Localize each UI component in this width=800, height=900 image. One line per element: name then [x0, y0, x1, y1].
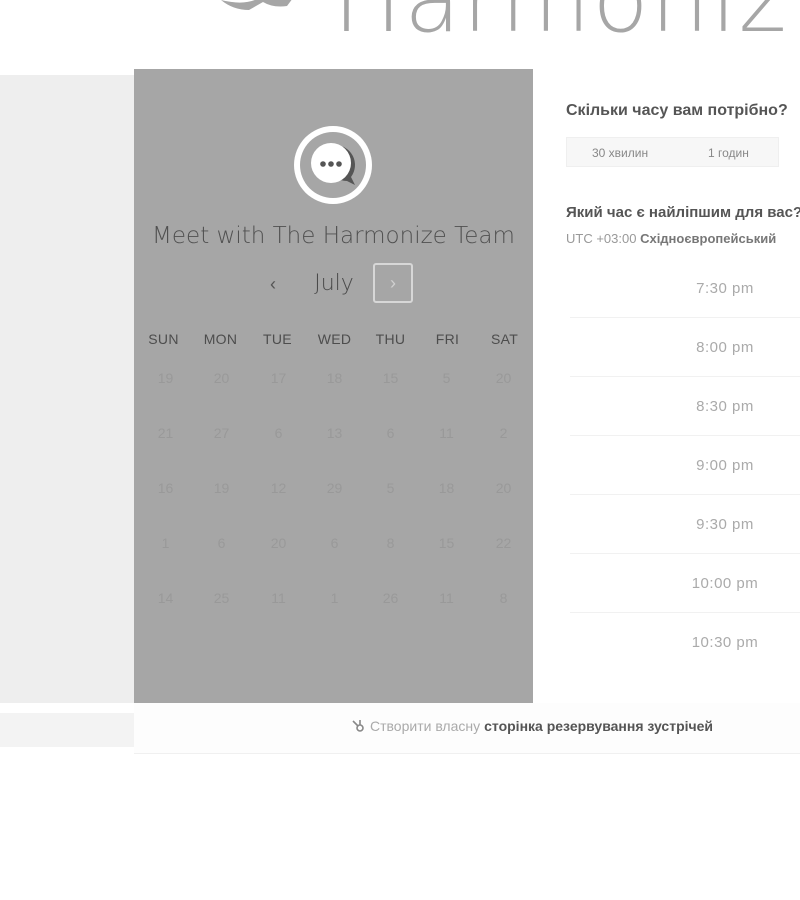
calendar-day[interactable]: 20: [250, 535, 307, 551]
brand-name: Harmoniz: [333, 0, 789, 46]
booking-panel: Скільки часу вам потрібно? 30 хвилин 1 г…: [533, 69, 800, 703]
calendar-day[interactable]: 13: [306, 425, 363, 441]
month-navigation: ‹ July ›: [134, 263, 533, 305]
calendar-day[interactable]: 18: [418, 480, 475, 496]
calendar-day[interactable]: 8: [475, 590, 532, 606]
footer-prefix: Створити власну: [370, 718, 481, 734]
calendar-day[interactable]: 6: [250, 425, 307, 441]
weekday-mon: MON: [203, 331, 238, 347]
create-booking-page-link[interactable]: Створити власну сторінка резервування зу…: [350, 718, 713, 734]
calendar-day[interactable]: 6: [362, 425, 419, 441]
month-label: July: [314, 271, 354, 296]
avatar: [294, 126, 372, 204]
time-slot[interactable]: 8:00 pm: [570, 318, 800, 377]
calendar-day[interactable]: 27: [193, 425, 250, 441]
calendar-day[interactable]: 11: [418, 590, 475, 606]
duration-option-30min[interactable]: 30 хвилин: [592, 146, 648, 160]
calendar-day[interactable]: 5: [418, 370, 475, 386]
calendar-day[interactable]: 5: [362, 480, 419, 496]
calendar-day[interactable]: 25: [193, 590, 250, 606]
calendar-day[interactable]: 20: [193, 370, 250, 386]
calendar-panel: Meet with The Harmonize Team ‹ July › SU…: [134, 69, 533, 703]
next-month-button[interactable]: ›: [373, 263, 413, 303]
calendar-day[interactable]: 6: [306, 535, 363, 551]
calendar-day[interactable]: 17: [250, 370, 307, 386]
calendar-day[interactable]: 26: [362, 590, 419, 606]
meeting-title: Meet with The Harmonize Team: [152, 223, 515, 249]
time-slot[interactable]: 10:00 pm: [570, 554, 800, 613]
calendar-day[interactable]: 11: [418, 425, 475, 441]
calendar-day[interactable]: 11: [250, 590, 307, 606]
time-slot[interactable]: 9:30 pm: [570, 495, 800, 554]
chat-bubble-icon: [311, 143, 355, 185]
weekday-sat: SAT: [490, 331, 519, 347]
chevron-right-icon: ›: [390, 272, 396, 293]
calendar-day[interactable]: 6: [193, 535, 250, 551]
calendar-day[interactable]: 1: [137, 535, 194, 551]
time-slot[interactable]: 7:30 pm: [570, 259, 800, 318]
previous-month-button[interactable]: ‹: [258, 269, 288, 299]
calendar-day[interactable]: 18: [306, 370, 363, 386]
time-slot-list: 7:30 pm 8:00 pm 8:30 pm 9:00 pm 9:30 pm …: [570, 259, 800, 672]
calendar-day[interactable]: 14: [137, 590, 194, 606]
weekday-sun: SUN: [148, 331, 179, 347]
hubspot-sprocket-icon: [352, 720, 364, 732]
harmonize-logo-icon: [221, 0, 292, 10]
calendar-day[interactable]: 20: [475, 480, 532, 496]
chevron-left-icon: ‹: [270, 273, 276, 294]
calendar-day[interactable]: 19: [193, 480, 250, 496]
calendar-day[interactable]: 15: [362, 370, 419, 386]
calendar-day[interactable]: 20: [475, 370, 532, 386]
timezone-offset: UTC +03:00: [566, 231, 637, 246]
calendar-day[interactable]: 15: [418, 535, 475, 551]
calendar-day[interactable]: 19: [137, 370, 194, 386]
time-slot[interactable]: 10:30 pm: [570, 613, 800, 672]
timezone-selector[interactable]: UTC +03:00 Східноєвропейський: [566, 231, 776, 246]
left-panel: [0, 75, 134, 703]
calendar-day[interactable]: 16: [137, 480, 194, 496]
calendar-day[interactable]: 29: [306, 480, 363, 496]
footer-link-text[interactable]: сторінка резервування зустрічей: [484, 718, 713, 734]
left-panel-footer: [0, 713, 134, 747]
calendar-day[interactable]: 21: [137, 425, 194, 441]
timezone-name: Східноєвропейський: [640, 231, 777, 246]
calendar-day[interactable]: 22: [475, 535, 532, 551]
weekday-fri: FRI: [435, 331, 460, 347]
weekday-thu: THU: [375, 331, 406, 347]
calendar-day[interactable]: 1: [306, 590, 363, 606]
time-question: Який час є найліпшим для вас?: [566, 204, 800, 221]
calendar-day[interactable]: 2: [475, 425, 532, 441]
time-slot[interactable]: 9:00 pm: [570, 436, 800, 495]
duration-selector: 30 хвилин 1 годин: [566, 137, 779, 167]
duration-option-1hour[interactable]: 1 годин: [708, 146, 749, 160]
duration-question: Скільки часу вам потрібно?: [566, 102, 788, 119]
time-slot[interactable]: 8:30 pm: [570, 377, 800, 436]
weekday-wed: WED: [317, 331, 352, 347]
calendar-day[interactable]: 12: [250, 480, 307, 496]
weekday-header: SUN MON TUE WED THU FRI SAT: [134, 331, 533, 351]
calendar-day[interactable]: 8: [362, 535, 419, 551]
weekday-tue: TUE: [263, 331, 292, 347]
